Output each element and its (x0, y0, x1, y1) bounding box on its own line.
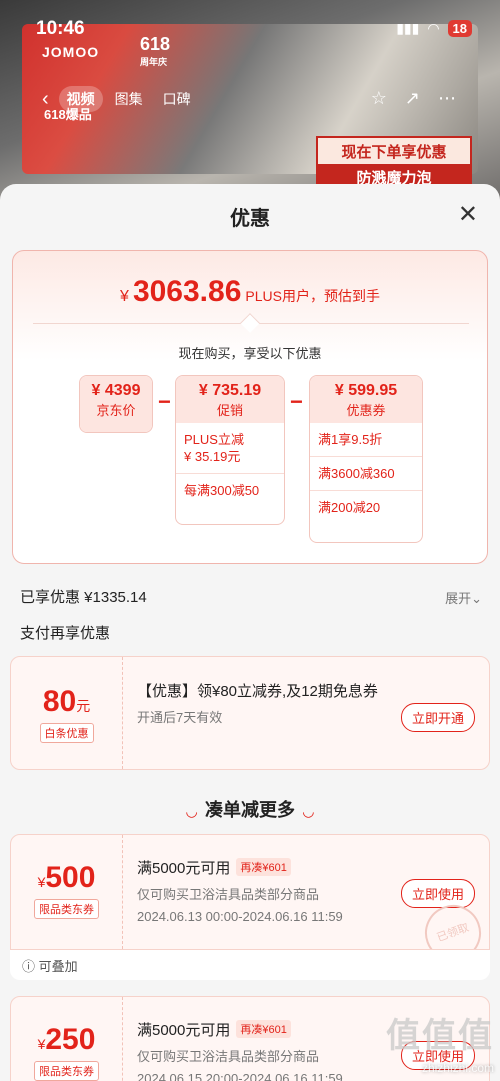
coupon-row: 满3600减360 (310, 456, 422, 482)
coupon-amount: 80 (42, 685, 77, 718)
use-coupon-button[interactable]: 立即使用 (400, 879, 475, 908)
jd-price-value: ¥ 4399 (91, 382, 141, 399)
sheet-title: 优惠 (230, 208, 270, 230)
breakdown-heading: 现在购买，享受以下优惠 (178, 346, 322, 361)
coupon-scope: 仅可购买卫浴洁具品类部分商品 (137, 887, 320, 902)
top-actions: ☆ ↗ ⋯ (371, 88, 456, 109)
info-icon: ⓘ (22, 959, 39, 974)
close-icon[interactable]: ✕ (458, 200, 478, 229)
tab-gallery[interactable]: 图集 (107, 86, 151, 112)
baitiao-coupon: 80元 白条优惠 【优惠】领¥80立减券,及12期免息券 开通后7天有效 立即开… (10, 656, 490, 770)
star-icon[interactable]: ☆ (371, 88, 387, 109)
promo-row: PLUS立减 ¥ 35.19元 (184, 432, 244, 464)
coupon-desc: 开通后7天有效 (137, 710, 223, 725)
coupon-condition: 满5000元可用 (137, 860, 231, 877)
final-price: ¥3063.86 PLUS用户，预估到手 (120, 275, 380, 308)
coupon-amount-area: 80元 白条优惠 (11, 657, 123, 769)
coupon-label: 优惠券 (346, 403, 386, 418)
coupon-box: ¥ 599.95 优惠券 满1享9.5折 满3600减360 满200减20 (309, 375, 423, 543)
coupon-row: 满200减20 (310, 490, 422, 516)
coupon-row: 满1享9.5折 (318, 432, 383, 447)
tab-reviews[interactable]: 口碑 (155, 86, 199, 112)
battery-icon: 18 (447, 20, 472, 37)
discount-sheet: 优惠 ✕ ¥3063.86 PLUS用户，预估到手 现在购买，享受以下优惠 ¥ 4… (0, 184, 500, 1081)
tab-video[interactable]: 视频 (58, 86, 103, 112)
coupon-value: ¥ 599.95 (334, 382, 398, 399)
section-title: ◡ 凑单减更多 ◡ (186, 800, 314, 820)
jd-price-label: 京东价 (96, 403, 136, 418)
divider-notch (240, 313, 260, 333)
promo-value: ¥ 735.19 (198, 382, 262, 399)
category-coupon: ¥500 限品类东券 满5000元可用 再凑¥601 仅可购买卫浴洁具品类部分商品… (10, 834, 490, 950)
coupon-amount: 250 (45, 1023, 96, 1056)
coupon-title: 【优惠】领¥80立减券,及12期免息券 (137, 683, 378, 700)
gap-tag: 再凑¥601 (236, 1020, 291, 1038)
promo-label: 现在下单享优惠 (316, 136, 472, 167)
expand-button[interactable]: 展开⌄ (445, 588, 482, 607)
signal-icon: ▮▮▮ (396, 20, 420, 36)
coupon-tag: 白条优惠 (39, 723, 94, 743)
activate-button[interactable]: 立即开通 (400, 703, 475, 732)
pay-discount-title: 支付再享优惠 (20, 625, 111, 642)
watermark-url: zhizhizhi.com (421, 1061, 494, 1075)
minus-sign: − (290, 389, 303, 414)
share-icon[interactable]: ↗ (405, 88, 420, 109)
coupon-period: 2024.06.15 20:00-2024.06.16 11:59 (137, 1071, 343, 1081)
coupon-condition: 满5000元可用 (137, 1022, 231, 1039)
minus-sign: − (158, 389, 171, 414)
status-icons: ▮▮▮ ◠ 18 (396, 20, 472, 37)
final-price-note: PLUS用户，预估到手 (245, 288, 380, 304)
final-price-value: 3063.86 (132, 275, 242, 308)
promo-row: 每满300减50 (176, 473, 284, 499)
wifi-icon: ◠ (427, 20, 440, 36)
coupon-period: 2024.06.13 00:00-2024.06.16 11:59 (137, 909, 343, 924)
back-arrow-icon[interactable]: ‹ (42, 88, 49, 111)
status-bar: 10:46 ▮▮▮ ◠ 18 (0, 0, 500, 58)
promo-label: 促销 (216, 403, 243, 418)
enjoyed-discount: 已享优惠 ¥1335.14 (20, 589, 147, 606)
jd-price-box: ¥ 4399 京东价 (79, 375, 153, 433)
coupon-body: 满5000元可用 再凑¥601 仅可购买卫浴洁具品类部分商品 2024.06.13… (137, 857, 429, 924)
coupon-amount-area: ¥250 限品类东券 (11, 997, 123, 1081)
watermark-logo: 值值值 (386, 1017, 494, 1055)
decoration-icon: ◡ (303, 803, 314, 819)
more-icon[interactable]: ⋯ (438, 88, 456, 109)
coupon-tag: 限品类东券 (34, 1061, 99, 1081)
gap-tag: 再凑¥601 (236, 858, 291, 876)
coupon-tag: 限品类东券 (34, 899, 99, 919)
coupon-body: 【优惠】领¥80立减券,及12期免息券 开通后7天有效 (137, 681, 389, 726)
coupon-amount: 500 (45, 861, 96, 894)
stackable-row: ⓘ 可叠加 (10, 950, 490, 980)
decoration-icon: ◡ (186, 803, 197, 819)
price-breakdown-card: ¥3063.86 PLUS用户，预估到手 现在购买，享受以下优惠 ¥ 4399 京… (12, 250, 488, 564)
media-tabs: ‹ 视频 图集 口碑 (42, 86, 199, 112)
coupon-amount-area: ¥500 限品类东券 (11, 835, 123, 949)
promo-box: ¥ 735.19 促销 PLUS立减 ¥ 35.19元 每满300减50 (175, 375, 285, 525)
status-time: 10:46 (36, 18, 85, 39)
